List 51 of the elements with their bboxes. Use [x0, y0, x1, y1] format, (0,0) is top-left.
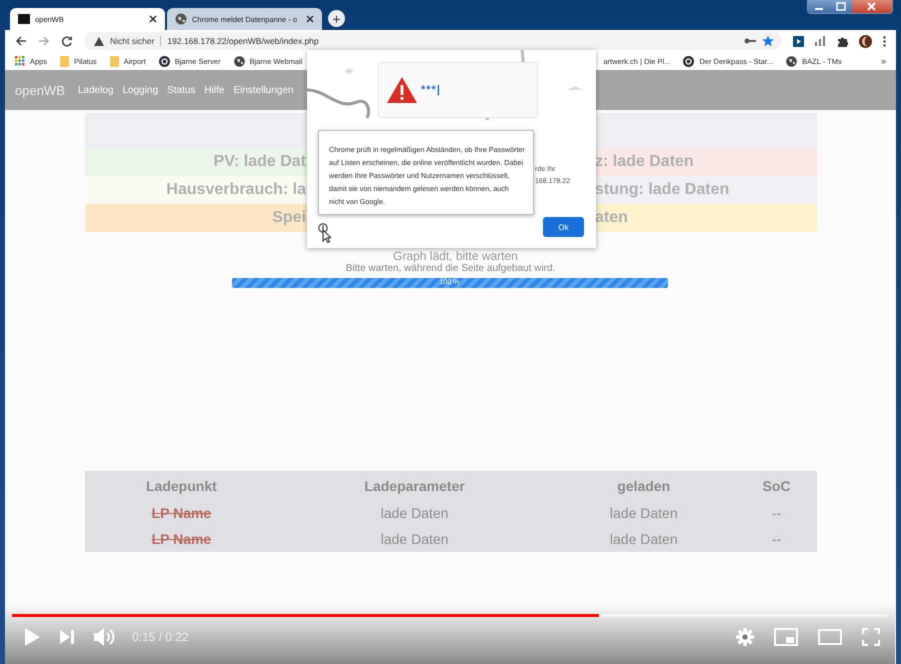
reload-icon[interactable]	[61, 35, 73, 47]
play-extension-icon[interactable]	[793, 36, 804, 46]
ok-button[interactable]: Ok	[543, 217, 584, 237]
new-tab-button[interactable]: +	[328, 10, 345, 27]
column-header: geladen	[550, 471, 737, 500]
window-controls[interactable]	[807, 0, 893, 14]
puzzle-icon[interactable]	[837, 36, 848, 46]
cursor-icon	[322, 229, 331, 243]
security-label: Nicht sicher	[110, 36, 162, 46]
url-text: 192.168.178.22/openWB/web/index.php	[167, 36, 319, 46]
column-header: Ladepunkt	[84, 471, 278, 500]
graph-message: Graph lädt, bitte warten	[393, 250, 518, 263]
key-icon[interactable]	[744, 37, 756, 45]
settings-icon[interactable]	[736, 628, 754, 646]
page-icon	[18, 14, 30, 24]
column-header: SoC	[736, 471, 816, 500]
table-cell: lade Daten	[278, 500, 551, 526]
back-icon[interactable]	[15, 35, 27, 47]
warning-icon	[387, 77, 417, 103]
avatar-icon[interactable]	[859, 34, 872, 48]
table-cell: lade Daten	[550, 500, 737, 526]
folder-icon	[60, 56, 70, 66]
menu-icon[interactable]	[883, 36, 886, 46]
bars-extension-icon[interactable]	[815, 36, 826, 46]
loading-message: Bitte warten, während die Seite aufgebaut wird.	[346, 263, 556, 275]
table-cell: LP Name	[84, 500, 278, 526]
table-cell: lade Daten	[550, 526, 737, 552]
close-icon[interactable]	[149, 15, 157, 23]
maximize-icon[interactable]	[830, 0, 852, 13]
info-icon[interactable]	[318, 223, 328, 233]
video-progress-bar[interactable]	[12, 614, 888, 617]
video-time: 0:15 / 0:22	[132, 630, 189, 644]
table-cell: --	[736, 526, 816, 552]
table-cell: LP Name	[84, 526, 278, 552]
close-icon[interactable]	[306, 15, 314, 23]
circle-icon	[158, 56, 170, 66]
minimize-icon[interactable]	[808, 0, 830, 13]
globe-icon	[175, 13, 187, 25]
password-field: ***|	[421, 84, 441, 96]
folder-icon	[110, 56, 119, 66]
globe-icon	[786, 56, 798, 66]
circle-icon	[683, 56, 694, 66]
globe-icon	[234, 56, 245, 66]
table-cell: --	[736, 500, 816, 526]
column-header: Ladeparameter	[278, 471, 551, 500]
address-bar[interactable]: Nicht sicher 192.168.178.22/openWB/web/index.php	[84, 32, 782, 50]
more-bookmarks-button[interactable]: »	[880, 56, 886, 66]
table-cell: lade Daten	[278, 526, 551, 552]
star-icon[interactable]	[762, 35, 774, 47]
apps-icon	[15, 56, 25, 66]
warning-icon	[94, 36, 104, 46]
